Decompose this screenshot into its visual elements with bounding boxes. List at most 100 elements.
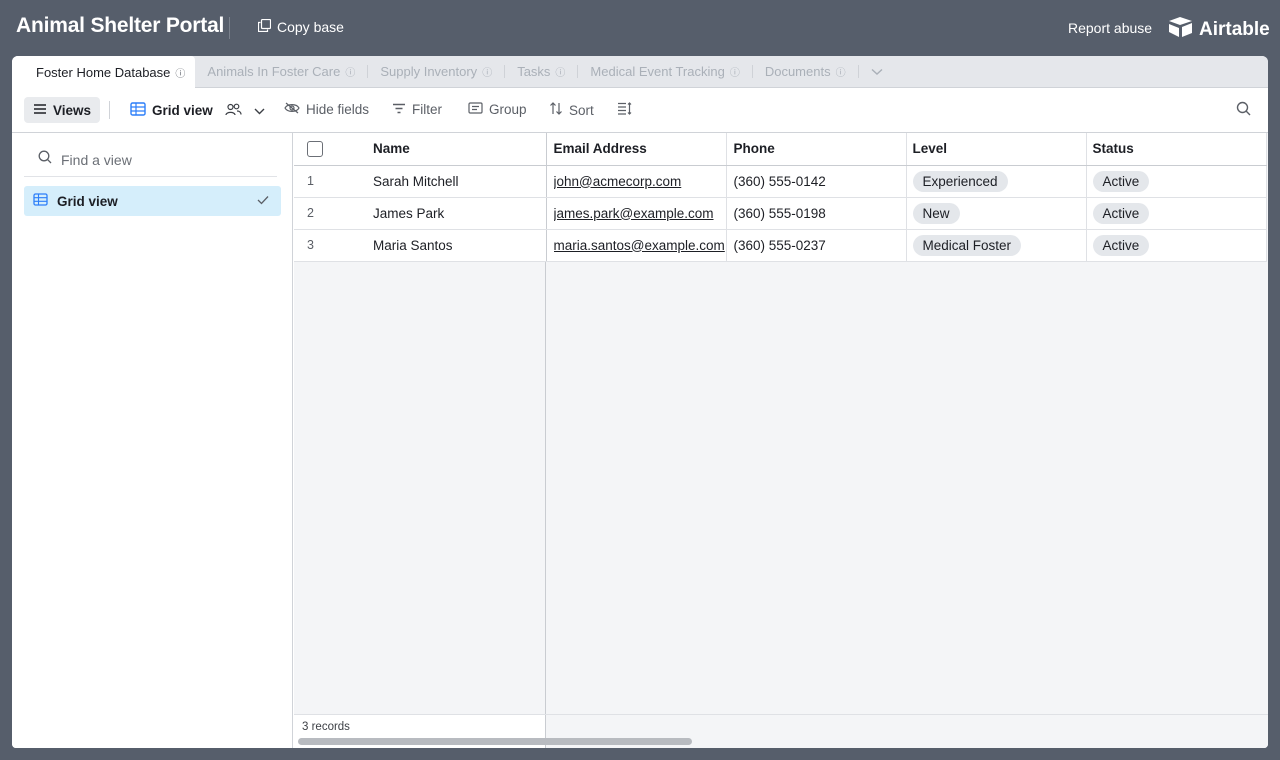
tab-label: Tasks xyxy=(517,64,551,79)
horizontal-scrollbar[interactable] xyxy=(298,738,692,745)
sort-label: Sort xyxy=(569,102,594,118)
tab-tasks[interactable]: Tasks ⓘ xyxy=(505,56,577,87)
search-button[interactable] xyxy=(1236,101,1251,119)
tab-animals-in-foster-care[interactable]: Animals In Foster Care ⓘ xyxy=(195,56,367,87)
chevron-down-icon xyxy=(254,103,265,118)
base-title: Animal Shelter Portal xyxy=(16,14,225,37)
column-header-level[interactable]: Level xyxy=(906,133,1087,166)
column-header-phone[interactable]: Phone xyxy=(726,133,907,166)
current-view-name: Grid view xyxy=(152,103,213,118)
sort-icon xyxy=(549,102,563,118)
select-all-header xyxy=(294,133,366,166)
tab-supply-inventory[interactable]: Supply Inventory ⓘ xyxy=(368,56,504,87)
cell-level[interactable]: Experienced xyxy=(906,165,1087,198)
row-height-icon xyxy=(617,102,632,118)
tab-medical-event-tracking[interactable]: Medical Event Tracking ⓘ xyxy=(578,56,751,87)
data-grid: Name Email Address Phone Level Status 1 … xyxy=(294,133,1268,748)
row-number: 3 xyxy=(294,229,366,262)
table-row[interactable]: 2 James Park james.park@example.com (360… xyxy=(294,197,1267,230)
column-header-name[interactable]: Name xyxy=(366,133,547,166)
info-icon[interactable]: ⓘ xyxy=(482,64,492,79)
group-button[interactable]: Group xyxy=(468,102,527,117)
status-pill: Active xyxy=(1092,202,1150,224)
grid-footer: 3 records xyxy=(294,714,1268,748)
info-icon[interactable]: ⓘ xyxy=(345,64,355,79)
group-label: Group xyxy=(489,102,527,117)
sidebar-item-label: Grid view xyxy=(57,193,118,209)
info-icon[interactable]: ⓘ xyxy=(555,64,565,79)
app-frame: Foster Home Database ⓘ Animals In Foster… xyxy=(12,56,1268,748)
email-link[interactable]: john@acmecorp.com xyxy=(554,174,726,189)
views-button[interactable]: Views xyxy=(24,97,101,123)
sidebar-item-grid-view[interactable]: Grid view xyxy=(24,186,281,216)
cell-name[interactable]: Sarah Mitchell xyxy=(366,165,547,198)
info-icon[interactable]: ⓘ xyxy=(175,65,185,80)
info-icon[interactable]: ⓘ xyxy=(836,64,846,79)
tab-foster-home-database[interactable]: Foster Home Database ⓘ xyxy=(12,56,196,89)
cell-status[interactable]: Active xyxy=(1086,197,1267,230)
level-pill: Medical Foster xyxy=(912,234,1022,256)
tab-documents[interactable]: Documents ⓘ xyxy=(753,56,858,87)
cell-level[interactable]: Medical Foster xyxy=(906,229,1087,262)
views-sidebar: Grid view xyxy=(12,133,293,748)
table-row[interactable]: 3 Maria Santos maria.santos@example.com … xyxy=(294,229,1267,262)
header-row: Name Email Address Phone Level Status xyxy=(294,133,1267,166)
table-row[interactable]: 1 Sarah Mitchell john@acmecorp.com (360)… xyxy=(294,165,1267,198)
column-header-email[interactable]: Email Address xyxy=(546,133,727,166)
column-header-status[interactable]: Status xyxy=(1086,133,1267,166)
select-all-checkbox[interactable] xyxy=(307,140,323,157)
level-pill: Experienced xyxy=(912,170,1008,192)
search-icon xyxy=(1236,101,1251,119)
grid-icon xyxy=(33,193,48,209)
cell-name[interactable]: James Park xyxy=(366,197,547,230)
brand-name: Airtable xyxy=(1199,19,1270,40)
hide-fields-label: Hide fields xyxy=(306,102,370,117)
level-pill: New xyxy=(912,202,960,224)
cell-email[interactable]: john@acmecorp.com xyxy=(546,165,727,198)
filter-label: Filter xyxy=(412,102,442,117)
table-tabs: Foster Home Database ⓘ Animals In Foster… xyxy=(12,56,1268,89)
cell-status[interactable]: Active xyxy=(1086,165,1267,198)
sort-button[interactable]: Sort xyxy=(549,102,594,118)
divider xyxy=(109,101,110,119)
row-height-button[interactable] xyxy=(617,102,632,118)
filter-button[interactable]: Filter xyxy=(392,102,442,117)
cell-phone[interactable]: (360) 555-0237 xyxy=(726,229,907,262)
cell-level[interactable]: New xyxy=(906,197,1087,230)
grid-view-switcher[interactable]: Grid view xyxy=(130,102,265,119)
top-bar: Animal Shelter Portal Copy base Report a… xyxy=(0,0,1280,56)
airtable-logo[interactable]: Airtable xyxy=(1168,16,1270,44)
copy-icon xyxy=(257,18,272,35)
eye-slash-icon xyxy=(284,102,300,117)
email-link[interactable]: maria.santos@example.com xyxy=(554,238,726,253)
chevron-down-icon xyxy=(871,63,883,81)
cell-phone[interactable]: (360) 555-0142 xyxy=(726,165,907,198)
find-view-input[interactable] xyxy=(61,151,261,168)
cell-name[interactable]: Maria Santos xyxy=(366,229,547,262)
status-pill: Active xyxy=(1092,234,1150,256)
cell-phone[interactable]: (360) 555-0198 xyxy=(726,197,907,230)
views-label: Views xyxy=(53,102,92,118)
hide-fields-button[interactable]: Hide fields xyxy=(284,102,369,117)
tab-label: Foster Home Database xyxy=(36,65,171,80)
cell-email[interactable]: maria.santos@example.com xyxy=(546,229,727,262)
view-toolbar: Views Grid view Hide fields Filter Group… xyxy=(12,89,1268,133)
copy-base-button[interactable]: Copy base xyxy=(257,18,344,35)
info-icon[interactable]: ⓘ xyxy=(730,64,740,79)
check-icon xyxy=(257,193,269,208)
cell-email[interactable]: james.park@example.com xyxy=(546,197,727,230)
tab-label: Supply Inventory xyxy=(380,64,478,79)
copy-base-label: Copy base xyxy=(277,19,344,35)
email-link[interactable]: james.park@example.com xyxy=(554,206,726,221)
more-tables-button[interactable] xyxy=(859,56,895,87)
report-abuse-link[interactable]: Report abuse xyxy=(1068,20,1152,36)
collaborators-icon xyxy=(225,103,242,119)
menu-icon xyxy=(33,103,47,118)
divider xyxy=(229,17,230,39)
tab-label: Animals In Foster Care xyxy=(207,64,341,79)
cell-status[interactable]: Active xyxy=(1086,229,1267,262)
group-icon xyxy=(468,102,483,117)
tab-label: Medical Event Tracking xyxy=(590,64,725,79)
record-count: 3 records xyxy=(302,721,350,733)
row-number: 1 xyxy=(294,165,366,198)
